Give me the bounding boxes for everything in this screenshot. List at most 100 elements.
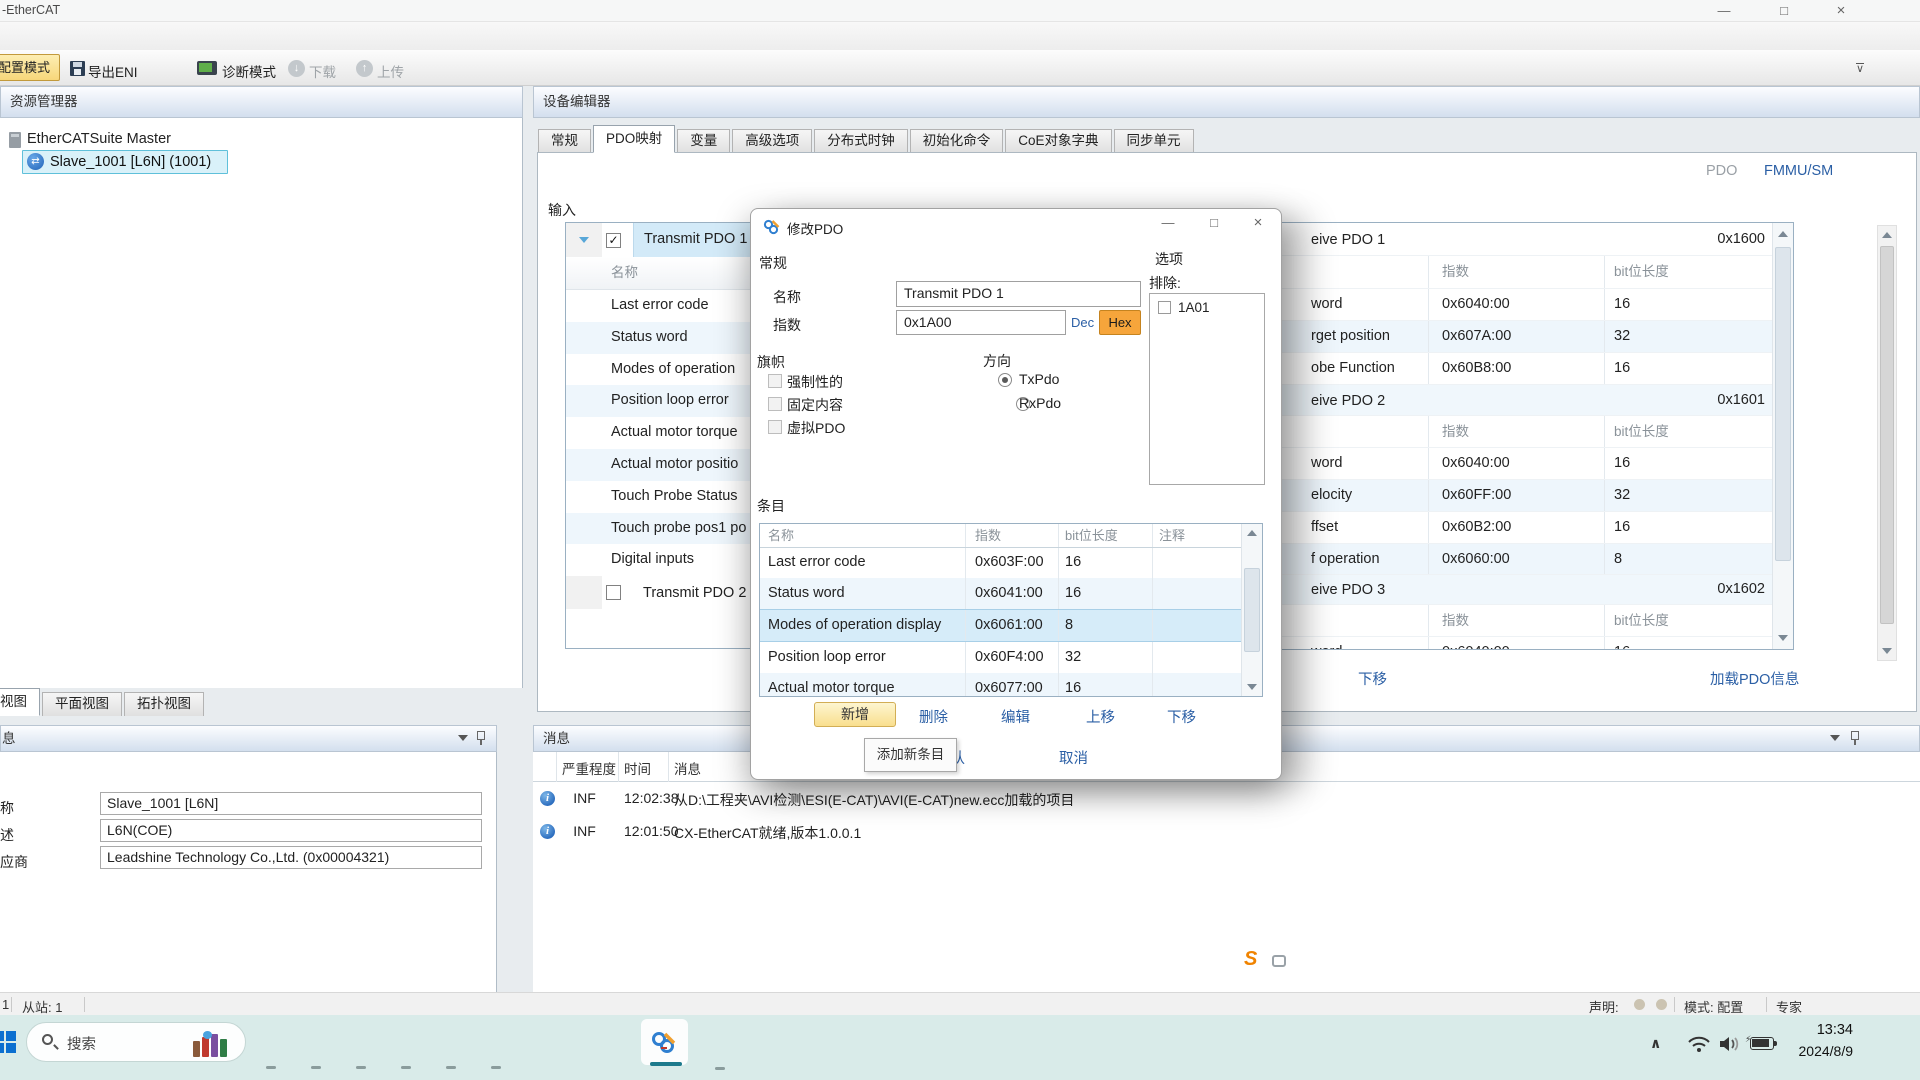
rx-row[interactable]: obe Function0x60B8:0016 — [1256, 353, 1773, 385]
rx-row[interactable]: word0x6040:0016 — [1256, 448, 1773, 480]
minimize-icon[interactable]: — — [1709, 2, 1739, 20]
txpdo-radio[interactable] — [998, 373, 1012, 387]
tx-pdo2-checkbox[interactable] — [606, 585, 621, 600]
col-severity[interactable]: 严重程度 — [562, 758, 616, 778]
mandatory-checkbox[interactable] — [768, 374, 782, 388]
col-time[interactable]: 时间 — [624, 758, 651, 778]
rx-row[interactable]: word0x6040:0016 — [1256, 289, 1773, 321]
rx-row[interactable]: f operation0x6060:008 — [1256, 544, 1773, 575]
exclude-listbox[interactable]: 1A01 — [1149, 293, 1265, 485]
ime-logo-icon[interactable]: S — [1244, 948, 1257, 971]
editor-scrollbar[interactable] — [1877, 225, 1897, 661]
entry-row[interactable]: Status word0x6041:0016 — [760, 578, 1262, 609]
dialog-close-icon[interactable]: × — [1243, 214, 1273, 232]
rx-pdo1-row[interactable]: eive PDO 1 0x1600 — [1256, 223, 1773, 256]
tray-date[interactable]: 2024/8/9 — [1768, 1043, 1853, 1059]
tab-view[interactable]: 视图 — [0, 688, 40, 716]
rx-bits-header[interactable]: bit位长度 — [1604, 256, 1773, 288]
rx-row[interactable]: word0x6040:0016 — [1256, 637, 1773, 649]
tab-coe-dictionary[interactable]: CoE对象字典 — [1005, 129, 1111, 153]
info-collapse-icon[interactable] — [458, 735, 468, 741]
rx-row[interactable]: ffset0x60B2:0016 — [1256, 512, 1773, 544]
tx-pdo1-checkbox[interactable]: ✓ — [606, 233, 621, 248]
rx-pdo3-row[interactable]: eive PDO 3 0x1602 — [1256, 575, 1773, 605]
wifi-icon[interactable] — [1688, 1036, 1710, 1053]
tab-plane-view[interactable]: 平面视图 — [42, 692, 122, 716]
tab-general[interactable]: 常规 — [538, 129, 591, 153]
entries-col-index[interactable]: 指数 — [965, 524, 1058, 547]
cx-ethercat-app-icon — [651, 1029, 677, 1055]
config-mode-button[interactable]: 配置模式 — [0, 54, 60, 81]
tray-time[interactable]: 13:34 — [1788, 1022, 1853, 1038]
dialog-minimize-icon[interactable]: — — [1153, 214, 1183, 232]
move-up-button[interactable]: 上移 — [1086, 706, 1115, 727]
start-button-icon[interactable] — [0, 1031, 16, 1053]
rx-row[interactable]: rget position0x607A:0032 — [1256, 321, 1773, 353]
export-eni-button[interactable]: 导出ENI — [88, 61, 138, 81]
pdo-toggle-link[interactable]: PDO — [1706, 163, 1737, 179]
ime-keyboard-icon[interactable] — [1272, 955, 1286, 967]
tab-variables[interactable]: 变量 — [677, 129, 730, 153]
info-pin-icon[interactable] — [477, 731, 485, 740]
download-button[interactable]: 下载 — [309, 61, 336, 81]
entries-scrollbar[interactable] — [1241, 524, 1262, 696]
floppy-icon — [70, 61, 85, 76]
dec-toggle-link[interactable]: Dec — [1071, 315, 1094, 330]
status-expert: 专家 — [1776, 997, 1802, 1016]
rx-row[interactable]: elocity0x60FF:0032 — [1256, 480, 1773, 512]
info-desc-field[interactable]: L6N(COE) — [100, 819, 482, 842]
hex-toggle-button[interactable]: Hex — [1099, 310, 1141, 335]
close-icon[interactable]: × — [1826, 2, 1856, 20]
tab-topology-view[interactable]: 拓扑视图 — [124, 692, 204, 716]
virtual-pdo-checkbox[interactable] — [768, 420, 782, 434]
speaker-icon[interactable] — [1718, 1035, 1742, 1053]
entries-col-bits[interactable]: bit位长度 — [1058, 524, 1152, 547]
edit-entry-button[interactable]: 编辑 — [1001, 706, 1030, 727]
cancel-button[interactable]: 取消 — [1059, 747, 1088, 768]
entry-row[interactable]: Position loop error0x60F4:0032 — [760, 642, 1262, 673]
info-name-field[interactable]: Slave_1001 [L6N] — [100, 792, 482, 815]
info-vendor-field[interactable]: Leadshine Technology Co.,Ltd. (0x0000432… — [100, 846, 482, 869]
move-down-button[interactable]: 下移 — [1167, 706, 1196, 727]
tab-dc[interactable]: 分布式时钟 — [814, 129, 908, 153]
entry-row[interactable]: Last error code0x603F:0016 — [760, 548, 1262, 578]
tray-chevron-icon[interactable]: ∧ — [1650, 1035, 1661, 1052]
col-message[interactable]: 消息 — [674, 758, 701, 778]
message-row[interactable]: i INF 12:02:38 从D:\工程夹\AVI检测\ESI(E-CAT)\… — [533, 782, 1920, 815]
entry-row-selected[interactable]: Modes of operation display0x6061:008 — [760, 609, 1262, 642]
pdo-name-input[interactable]: Transmit PDO 1 — [896, 281, 1141, 307]
taskbar-search-box[interactable]: 搜索 — [26, 1022, 246, 1062]
expander-icon[interactable] — [566, 223, 602, 257]
restore-icon[interactable]: □ — [1769, 2, 1799, 20]
delete-entry-button[interactable]: 删除 — [919, 706, 948, 727]
upload-button[interactable]: 上传 — [377, 61, 404, 81]
fmmu-sm-toggle-link[interactable]: FMMU/SM — [1764, 163, 1833, 179]
add-entry-button[interactable]: 新增 — [814, 702, 896, 727]
rx-index-header[interactable]: 指数 — [1428, 256, 1604, 288]
message-row[interactable]: i INF 12:01:50 CX-EtherCAT就绪,版本1.0.0.1 — [533, 815, 1920, 848]
messages-pin-icon[interactable] — [1851, 731, 1859, 740]
entry-row[interactable]: Actual motor torque0x6077:0016 — [760, 673, 1262, 697]
pdo-move-down-link[interactable]: 下移 — [1358, 668, 1387, 689]
dialog-restore-icon[interactable]: □ — [1199, 214, 1229, 232]
tree-item-master[interactable]: EtherCATSuite Master — [27, 131, 171, 147]
diagnosis-mode-button[interactable]: 诊断模式 — [222, 61, 276, 81]
tab-advanced[interactable]: 高级选项 — [732, 129, 812, 153]
messages-collapse-icon[interactable] — [1830, 735, 1840, 741]
load-pdo-info-link[interactable]: 加载PDO信息 — [1710, 668, 1799, 689]
tab-pdo-mapping[interactable]: PDO映射 — [593, 125, 675, 153]
tx-pdo2-label[interactable]: Transmit PDO 2 — [633, 585, 746, 601]
rx-pdo2-row[interactable]: eive PDO 2 0x1601 — [1256, 385, 1773, 416]
info-severity-icon: i — [540, 791, 555, 806]
tab-sync-units[interactable]: 同步单元 — [1114, 129, 1194, 153]
tab-init-commands[interactable]: 初始化命令 — [910, 129, 1004, 153]
rx-table-scrollbar[interactable] — [1772, 223, 1793, 649]
active-app-tile[interactable] — [641, 1019, 688, 1065]
running-indicator — [715, 1067, 725, 1070]
toolbar-overflow-icon[interactable]: ∨ — [1856, 63, 1864, 75]
entries-col-name[interactable]: 名称 — [760, 524, 965, 547]
pdo-index-input[interactable]: 0x1A00 — [896, 310, 1066, 335]
exclude-1a01-checkbox[interactable] — [1158, 301, 1171, 314]
tree-item-slave[interactable]: ⇄ Slave_1001 [L6N] (1001) — [22, 150, 228, 174]
fixed-content-checkbox[interactable] — [768, 397, 782, 411]
